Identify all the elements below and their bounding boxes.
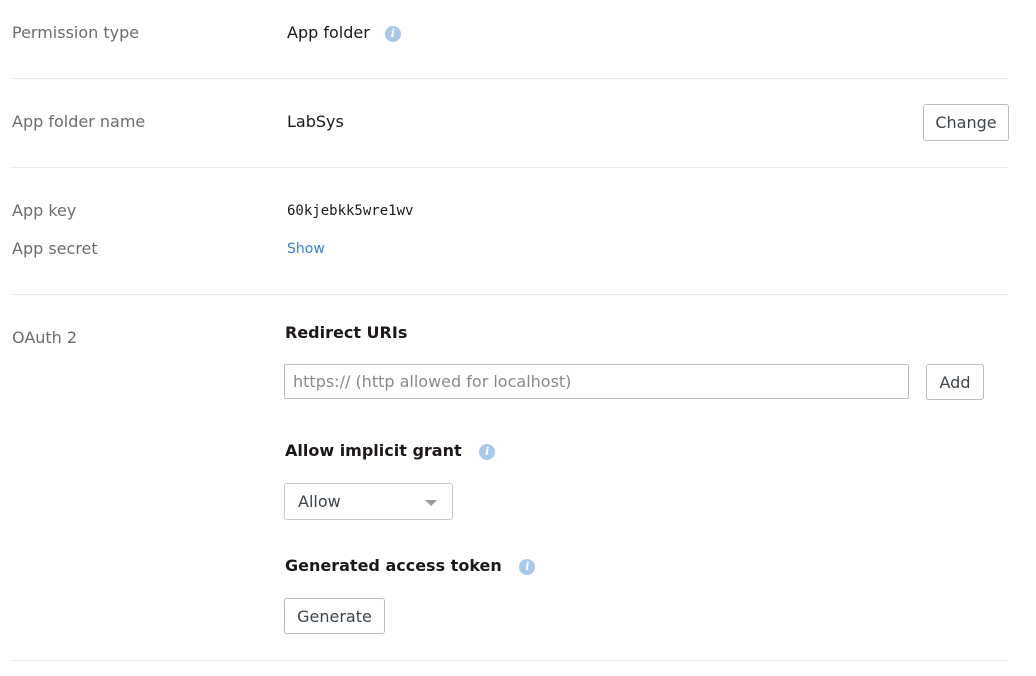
generated-access-token-heading: Generated access token i [285,556,536,575]
add-uri-button[interactable]: Add [926,364,984,400]
redirect-uri-input[interactable] [284,364,909,399]
app-settings-page: Permission type App folder i App folder … [0,0,1036,676]
info-icon[interactable]: i [519,558,536,575]
divider [10,660,1008,661]
generate-button[interactable]: Generate [284,598,385,634]
app-secret-label: App secret [12,239,98,258]
allow-implicit-grant-heading: Allow implicit grant i [285,441,496,460]
change-button[interactable]: Change [923,104,1009,141]
chevron-down-icon [425,500,437,506]
implicit-grant-select[interactable]: Allow [284,483,453,520]
redirect-uris-heading: Redirect URIs [285,323,408,342]
divider [10,167,1008,168]
permission-type-label: Permission type [12,23,140,42]
app-folder-name-label: App folder name [12,112,146,131]
permission-type-text: App folder [287,23,370,42]
show-secret-link[interactable]: Show [287,241,325,257]
info-icon[interactable]: i [384,25,401,42]
info-icon[interactable]: i [479,443,496,460]
app-key-value: 60kjebkk5wre1wv [287,203,414,219]
allow-implicit-grant-text: Allow implicit grant [285,441,462,460]
oauth2-label: OAuth 2 [12,328,78,347]
divider [10,294,1008,295]
implicit-grant-selected: Allow [298,492,341,511]
generated-access-token-text: Generated access token [285,556,502,575]
app-folder-name-value: LabSys [287,112,344,131]
divider [10,78,1008,79]
app-key-label: App key [12,201,77,220]
permission-type-value: App folder i [287,23,401,42]
